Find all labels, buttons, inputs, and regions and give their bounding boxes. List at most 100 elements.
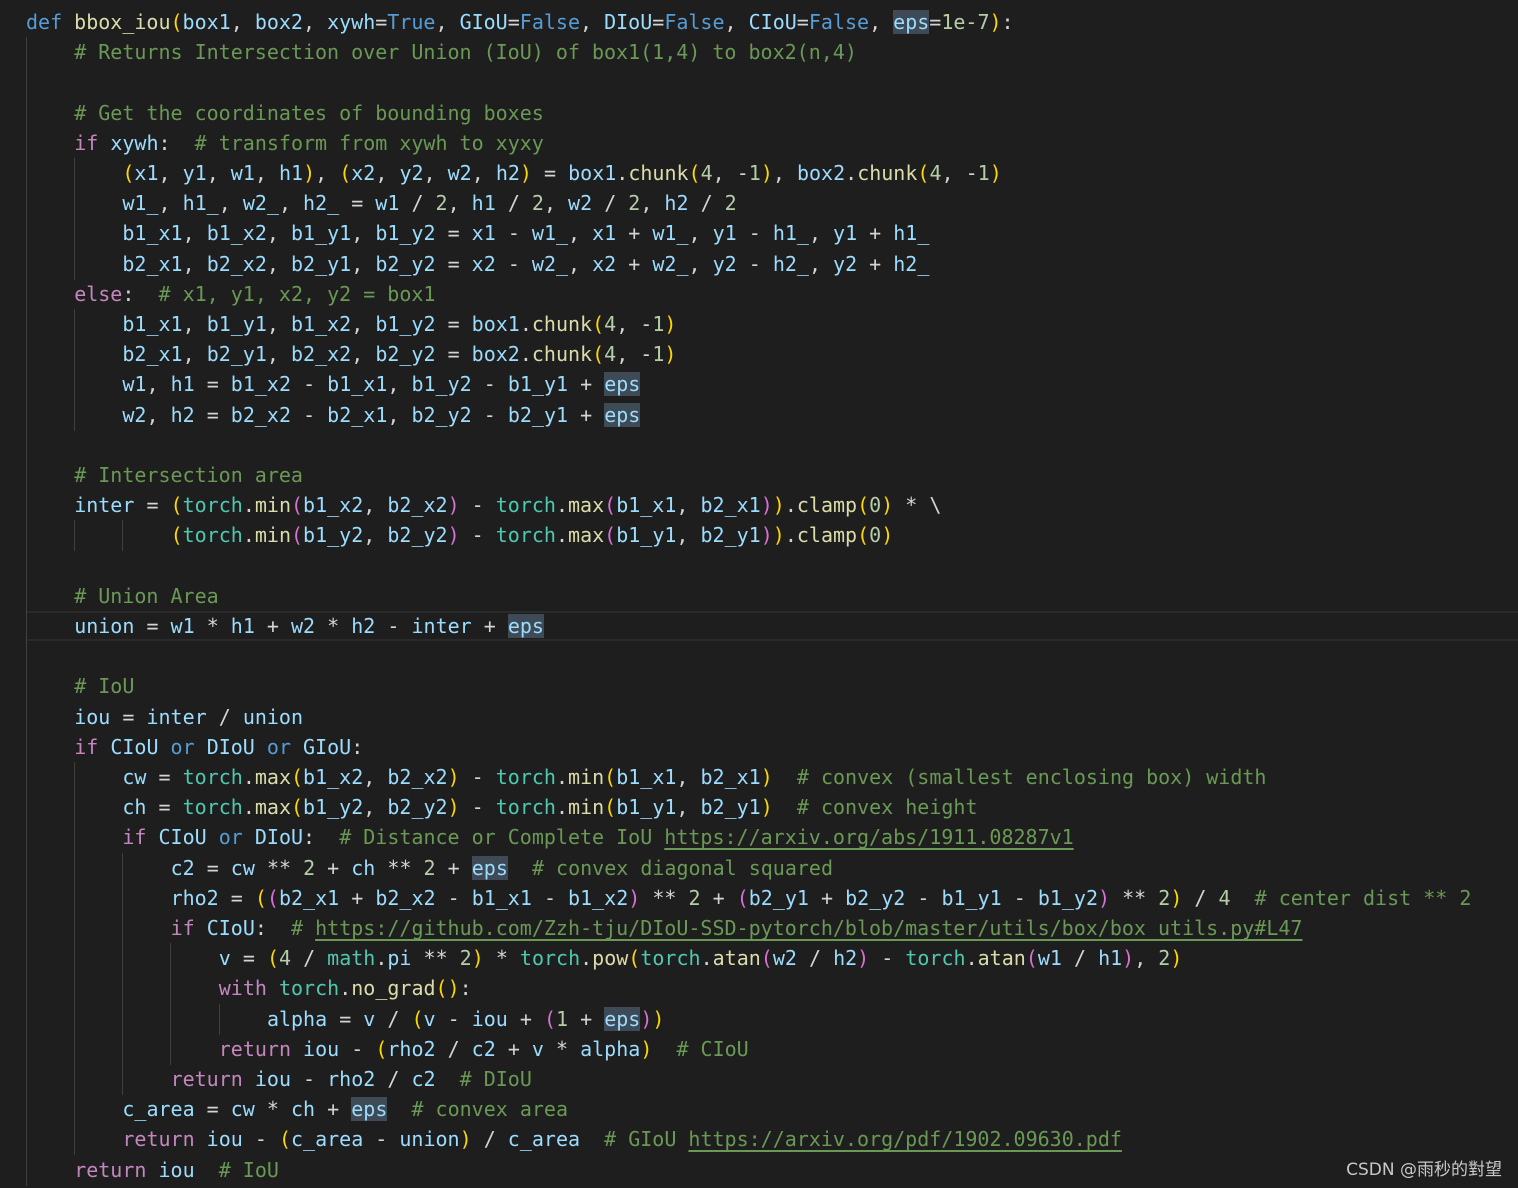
indent-guide [26,611,27,642]
code-line[interactable]: w1, h1 = b1_x2 - b1_x1, b1_y2 - b1_y1 + … [26,369,1518,399]
indent-guide [26,309,27,340]
indent-guide [26,943,27,975]
indent-guide [74,973,76,1005]
indent-guide [74,248,76,280]
code-line[interactable] [26,67,1518,97]
indent-guide [26,67,27,99]
code-line[interactable]: b2_x1, b2_y1, b2_x2, b2_y2 = box2.chunk(… [26,339,1518,369]
indent-guide [26,1154,27,1186]
code-line[interactable]: c2 = cw ** 2 + ch ** 2 + eps # convex di… [26,853,1518,883]
code-line[interactable]: b2_x1, b2_x2, b2_y1, b2_y2 = x2 - w2_, x… [26,249,1518,279]
code-line[interactable]: iou = inter / union [26,702,1518,732]
indent-guide [26,762,27,793]
indent-guide [26,1033,27,1065]
code-line[interactable]: if CIoU: # https://github.com/Zzh-tju/DI… [26,913,1518,943]
indent-guide [74,188,76,220]
indent-guide [122,1033,124,1065]
indent-guide [74,1124,76,1156]
indent-guide [26,641,27,673]
indent-guide [122,882,124,914]
code-line[interactable]: b1_x1, b1_x2, b1_y1, b1_y2 = x1 - w1_, x… [26,218,1518,248]
indent-guide [74,339,76,371]
indent-guide [74,882,76,914]
watermark: CSDN @雨秒的對望 [1346,1160,1502,1180]
code-line[interactable]: v = (4 / math.pi ** 2) * torch.pow(torch… [26,943,1518,973]
indent-guide [74,852,76,884]
indent-guide [74,520,76,552]
indent-guide [26,1064,27,1095]
indent-guide [26,671,27,703]
code-line[interactable]: c_area = cw * ch + eps # convex area [26,1094,1518,1124]
code-line[interactable]: (x1, y1, w1, h1), (x2, y2, w2, h2) = box… [26,158,1518,188]
indent-guide [26,580,27,612]
indent-guide [26,1003,27,1035]
code-line[interactable] [26,551,1518,581]
code-line[interactable]: if CIoU or DIoU: # Distance or Complete … [26,822,1518,852]
code-line[interactable]: # IoU [26,671,1518,701]
code-line[interactable]: w2, h2 = b2_x2 - b2_x1, b2_y2 - b2_y1 + … [26,400,1518,430]
indent-guide [170,1003,172,1035]
code-line[interactable]: rho2 = ((b2_x1 + b2_x2 - b1_x1 - b1_x2) … [26,883,1518,913]
indent-guide [26,520,27,552]
code-line[interactable]: with torch.no_grad(): [26,973,1518,1003]
indent-guide [26,490,27,522]
indent-guide [26,127,27,159]
code-line[interactable]: inter = (torch.min(b1_x2, b2_x2) - torch… [26,490,1518,520]
indent-guide [26,188,27,220]
indent-guide [122,943,124,975]
indent-guide [74,1033,76,1065]
code-line[interactable]: cw = torch.max(b1_x2, b2_x2) - torch.min… [26,762,1518,792]
code-line[interactable]: else: # x1, y1, x2, y2 = box1 [26,279,1518,309]
indent-guide [26,792,27,824]
code-line[interactable]: b1_x1, b1_y1, b1_x2, b1_y2 = box1.chunk(… [26,309,1518,339]
indent-guide [26,701,27,733]
indent-guide [122,1003,124,1035]
code-line[interactable] [26,641,1518,671]
indent-guide [26,429,27,461]
code-line[interactable]: return iou - (c_area - union) / c_area #… [26,1124,1518,1154]
code-line[interactable]: w1_, h1_, w2_, h2_ = w1 / 2, h1 / 2, w2 … [26,188,1518,218]
indent-guide [170,973,172,1005]
code-line[interactable]: # Union Area [26,581,1518,611]
code-line[interactable]: if CIoU or DIoU or GIoU: [26,732,1518,762]
indent-guide [74,762,76,793]
indent-guide [122,1064,124,1095]
indent-guide [74,913,76,944]
indent-guide [122,913,124,944]
code-line[interactable]: return iou - rho2 / c2 # DIoU [26,1064,1518,1094]
indent-guide [26,278,27,310]
indent-guide [26,882,27,914]
code-line[interactable]: return iou # IoU [26,1155,1518,1185]
indent-guide [74,822,76,854]
code-line[interactable]: # Intersection area [26,460,1518,490]
indent-guide [26,913,27,944]
indent-guide [74,943,76,975]
code-line[interactable]: if xywh: # transform from xywh to xyxy [26,128,1518,158]
code-line[interactable] [26,430,1518,460]
indent-guide [74,369,76,401]
indent-guide [26,218,27,250]
indent-guide [74,792,76,824]
indent-guide [26,248,27,280]
code-line[interactable]: (torch.min(b1_y2, b2_y2) - torch.max(b1_… [26,520,1518,550]
indent-guide [26,369,27,401]
code-line[interactable]: # Returns Intersection over Union (IoU) … [26,37,1518,67]
indent-guide [170,1033,172,1065]
indent-guide [74,158,76,189]
indent-guide [26,97,27,129]
code-line[interactable]: ch = torch.max(b1_y2, b2_y2) - torch.min… [26,792,1518,822]
code-line[interactable]: alpha = v / (v - iou + (1 + eps)) [26,1004,1518,1034]
indent-guide [26,158,27,189]
code-editor[interactable]: def bbox_iou(box1, box2, xywh=True, GIoU… [0,0,1518,1188]
indent-guide [26,1124,27,1156]
code-line[interactable]: def bbox_iou(box1, box2, xywh=True, GIoU… [26,7,1518,37]
indent-guide [26,822,27,854]
code-line[interactable]: return iou - (rho2 / c2 + v * alpha) # C… [26,1034,1518,1064]
indent-guide [122,973,124,1005]
indent-guide [74,218,76,250]
code-line[interactable]: # Get the coordinates of bounding boxes [26,98,1518,128]
indent-guide [74,399,76,431]
code-line[interactable]: union = w1 * h1 + w2 * h2 - inter + eps [26,611,1518,641]
indent-guide [26,852,27,884]
indent-guide [26,1094,27,1126]
